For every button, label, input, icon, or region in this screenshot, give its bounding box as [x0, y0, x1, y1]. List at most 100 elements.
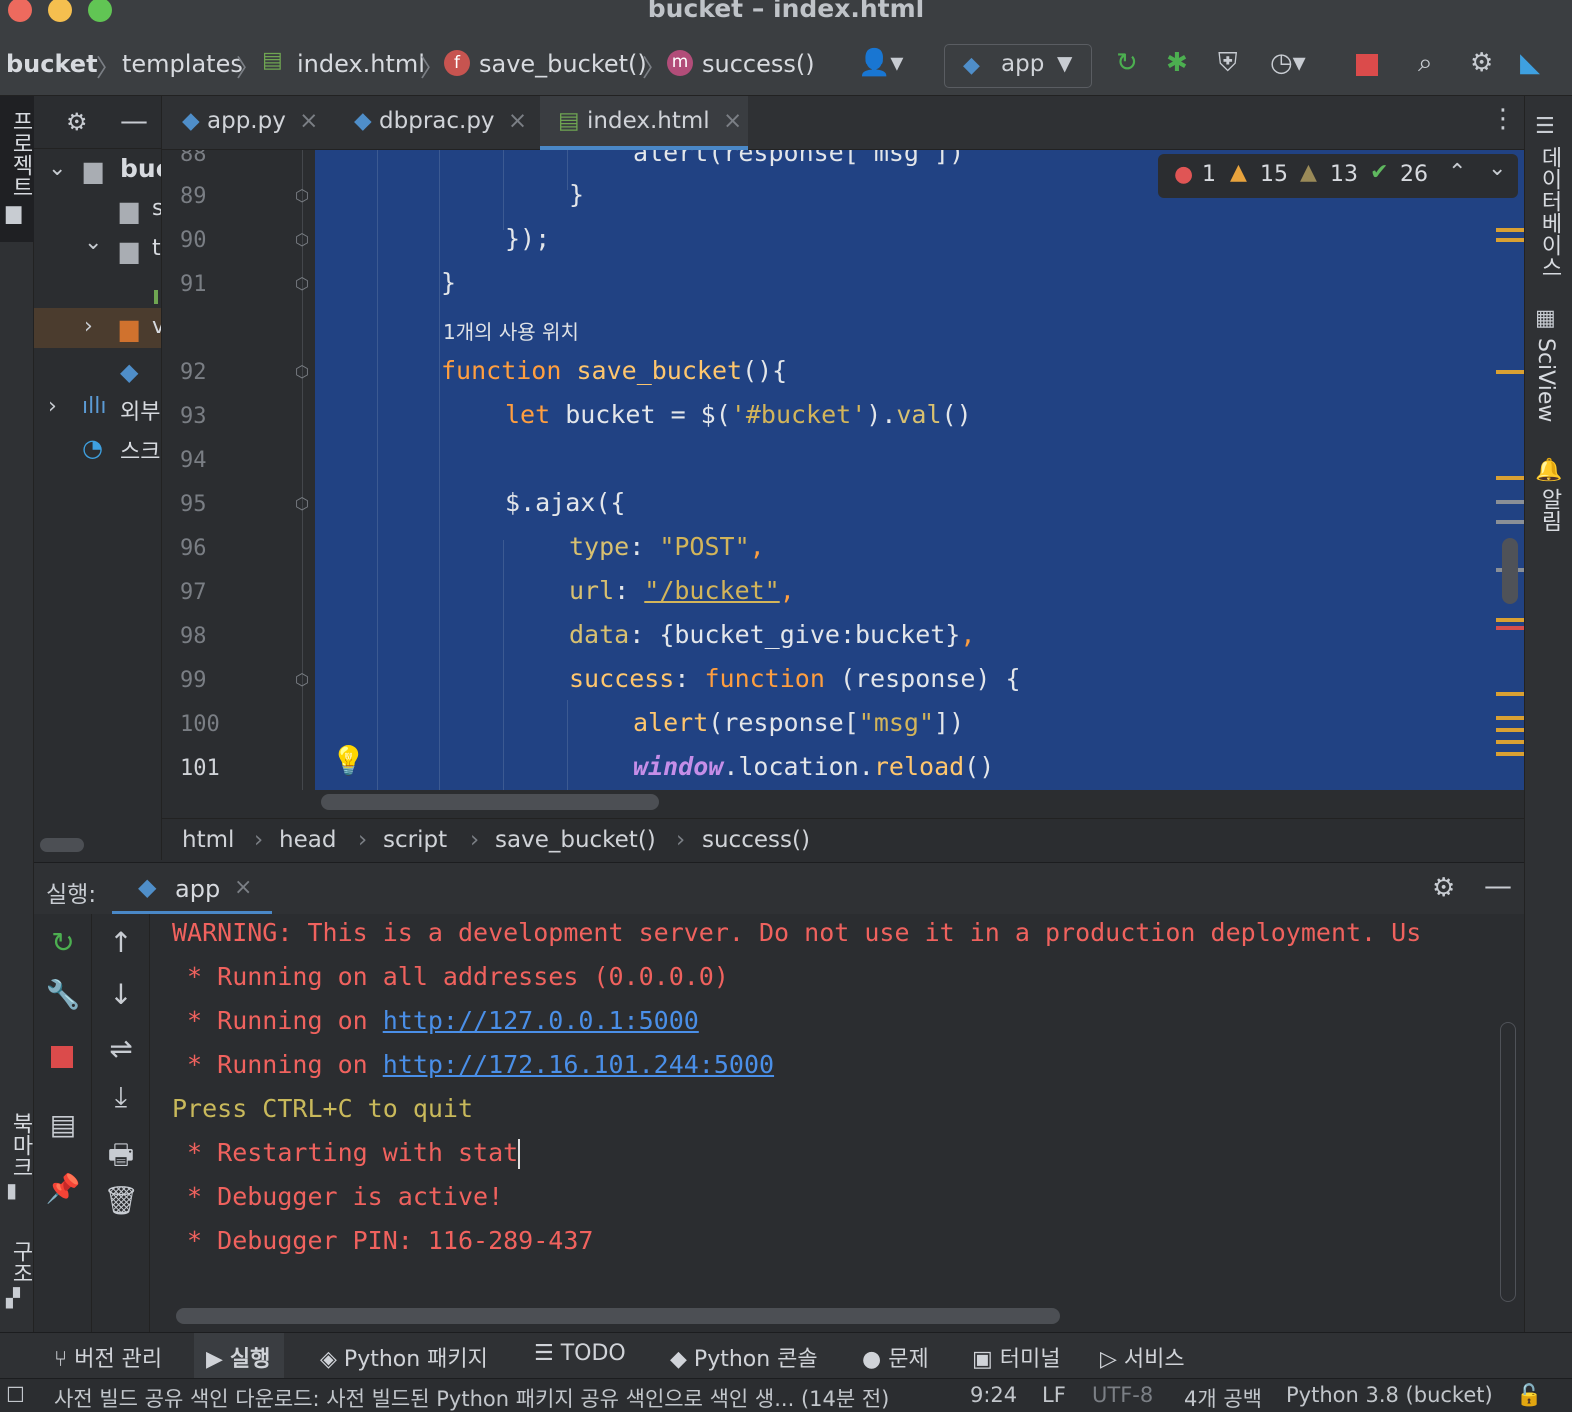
warning-mark[interactable] [1496, 370, 1524, 374]
tool-python-packages[interactable]: ◈ Python 패키지 [320, 1341, 488, 1373]
arrow-up-icon[interactable]: ↑ [92, 926, 150, 959]
line-separator[interactable]: LF [1042, 1383, 1066, 1407]
tool-terminal[interactable]: ▣ 터미널 [972, 1341, 1061, 1373]
crumb-head[interactable]: head [279, 827, 336, 853]
console-horizontal-scrollbar[interactable] [176, 1308, 1060, 1324]
rerun-icon[interactable]: ↻ [34, 926, 92, 959]
tree-root[interactable]: buc [120, 154, 161, 183]
breadcrumb-templates[interactable]: templates [122, 50, 243, 78]
fold-icon[interactable]: ⬡ [295, 670, 309, 689]
warning-mark[interactable] [1496, 740, 1524, 744]
tool-services[interactable]: ▷ 서비스 [1100, 1341, 1185, 1373]
debug-icon[interactable]: ✱ [1166, 48, 1188, 78]
tree-item[interactable]: 외부 [120, 394, 160, 426]
scroll-to-end-icon[interactable]: ⤓ [92, 1080, 150, 1114]
user-icon[interactable]: 👤▾ [858, 48, 903, 78]
sciview-tool-tab[interactable]: SciView [1533, 338, 1558, 422]
caret-position[interactable]: 9:24 [970, 1383, 1017, 1407]
wrench-icon[interactable]: 🔧 [34, 978, 92, 1011]
chevron-right-icon[interactable]: › [48, 394, 57, 419]
lock-icon[interactable]: 🔓 [1516, 1383, 1542, 1408]
fold-icon[interactable]: ⬡ [295, 230, 309, 249]
warning-mark[interactable] [1496, 728, 1524, 732]
panel-toggle-icon[interactable]: ☐ [6, 1383, 25, 1407]
warning-mark[interactable] [1496, 692, 1524, 696]
tree-item[interactable]: 스크 [120, 434, 160, 466]
fold-icon[interactable]: ⬡ [295, 186, 309, 205]
chevron-down-icon[interactable]: ⌄ [1488, 156, 1506, 181]
indent-setting[interactable]: 4개 공백 [1184, 1383, 1262, 1412]
chevron-right-icon[interactable]: › [84, 314, 93, 339]
close-icon[interactable]: × [234, 875, 252, 900]
chevron-up-icon[interactable]: ⌃ [1448, 160, 1466, 185]
stop-icon[interactable] [51, 1046, 73, 1068]
run-tab-app[interactable]: ◆ app × [112, 863, 272, 915]
chevron-down-icon[interactable]: ⌄ [84, 230, 102, 255]
crumb-save-bucket[interactable]: save_bucket() [495, 827, 656, 853]
close-icon[interactable]: × [723, 108, 742, 134]
layout-icon[interactable]: ▤ [34, 1108, 92, 1141]
tree-item[interactable]: t [152, 236, 161, 261]
soft-wrap-icon[interactable]: ⇌ [92, 1032, 150, 1065]
error-mark[interactable] [1496, 626, 1524, 630]
console-vertical-scrollbar[interactable] [1500, 1022, 1516, 1302]
tool-run[interactable]: ▶ 실행 [194, 1333, 285, 1379]
gear-icon[interactable]: ⚙ [66, 108, 88, 136]
jetbrains-icon[interactable]: ◣ [1520, 48, 1540, 78]
arrow-down-icon[interactable]: ↓ [92, 978, 150, 1011]
scrollbar[interactable] [40, 838, 84, 852]
bookmarks-tool-tab[interactable]: 북마크 [4, 1112, 36, 1178]
tree-item[interactable]: v [152, 314, 161, 339]
minimize-icon[interactable]: — [1484, 869, 1512, 902]
tool-problems[interactable]: ● 문제 [862, 1341, 929, 1373]
usage-hint[interactable]: 1개의 사용 위치 [443, 316, 579, 345]
code-editor[interactable]: alert(response["msg"]) } }); } 1개의 사용 위치… [315, 150, 1524, 790]
tool-python-console[interactable]: ◆ Python 콘솔 [670, 1341, 818, 1373]
gear-icon[interactable]: ⚙ [1432, 873, 1455, 903]
warning-mark[interactable] [1496, 716, 1524, 720]
minimize-icon[interactable]: — [120, 104, 148, 137]
close-icon[interactable]: × [508, 108, 527, 134]
print-icon[interactable]: 🖶 [92, 1134, 150, 1182]
stop-icon[interactable] [1356, 54, 1378, 76]
warning-mark[interactable] [1496, 476, 1524, 480]
inspection-widget[interactable]: ● 1 ▲ 15 ▲ 13 ✔ 26 ⌃ ⌄ [1158, 154, 1518, 198]
crumb-html[interactable]: html [182, 827, 234, 853]
run-console[interactable]: WARNING: This is a development server. D… [150, 914, 1524, 1332]
tab-dbprac-py[interactable]: ◆ dbprac.py × [354, 96, 527, 150]
gear-icon[interactable]: ⚙ [1470, 48, 1493, 78]
status-message[interactable]: 사전 빌드 공유 색인 다운로드: 사전 빌드된 Python 패키지 공유 색… [54, 1383, 889, 1412]
warning-mark[interactable] [1496, 228, 1524, 232]
weak-mark[interactable] [1496, 520, 1524, 524]
project-tool-tab[interactable]: 프로젝트 [4, 110, 36, 198]
vertical-scrollbar[interactable] [1502, 538, 1518, 604]
lightbulb-icon[interactable]: 💡 [331, 744, 366, 777]
breadcrumb-file[interactable]: index.html [297, 50, 425, 78]
structure-tool-tab[interactable]: 구조 [4, 1240, 36, 1284]
chevron-down-icon[interactable]: ⌄ [48, 156, 66, 181]
breadcrumb-project[interactable]: bucket [6, 50, 98, 78]
more-icon[interactable]: ⋮ [1490, 104, 1516, 134]
rerun-icon[interactable]: ↻ [1116, 48, 1138, 78]
close-icon[interactable]: × [299, 108, 318, 134]
crumb-success[interactable]: success() [702, 827, 810, 853]
warning-mark[interactable] [1496, 752, 1524, 756]
tab-app-py[interactable]: ◆ app.py × [182, 96, 318, 150]
run-config-select[interactable]: ◆ app ▼ [944, 44, 1092, 88]
file-encoding[interactable]: UTF-8 [1092, 1383, 1153, 1407]
database-tool-tab[interactable]: 데이터베이스 [1533, 146, 1565, 278]
warning-mark[interactable] [1496, 238, 1524, 242]
tool-vcs[interactable]: ⑂ 버전 관리 [54, 1341, 162, 1373]
warning-mark[interactable] [1496, 618, 1524, 622]
fold-icon[interactable]: ⬡ [295, 494, 309, 513]
fold-icon[interactable]: ⬡ [295, 362, 309, 381]
console-link[interactable]: http://127.0.0.1:5000 [383, 1006, 699, 1035]
tree-item[interactable]: s [152, 196, 161, 221]
search-icon[interactable]: ⌕ [1418, 48, 1433, 79]
fold-icon[interactable]: ⬡ [295, 274, 309, 293]
weak-mark[interactable] [1496, 500, 1524, 504]
profile-icon[interactable]: ◷▾ [1270, 48, 1306, 78]
breadcrumb-method[interactable]: success() [702, 50, 815, 78]
tab-index-html[interactable]: ▤ index.html × [540, 96, 748, 150]
coverage-icon[interactable]: ⛨ [1218, 48, 1238, 79]
